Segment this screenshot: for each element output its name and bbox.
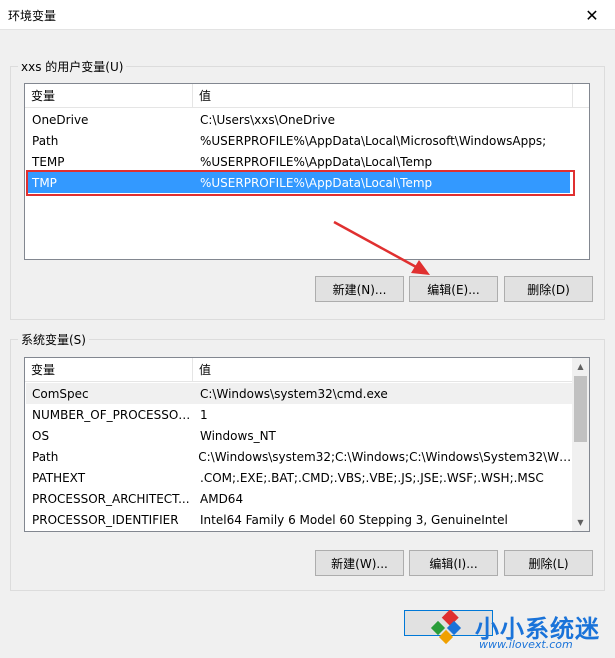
user-edit-button[interactable]: 编辑(E)... [409,276,498,302]
logo-icon [430,610,462,645]
user-vars-label: xxs 的用户变量(U) [18,58,127,75]
system-vars-header: 变量 值 [25,358,573,382]
system-var-row[interactable]: Path C:\Windows\system32;C:\Windows;C:\W… [26,446,574,467]
title-bar: 环境变量 ✕ [0,0,615,30]
system-var-row[interactable]: ComSpec C:\Windows\system32\cmd.exe [26,383,574,404]
close-icon[interactable]: ✕ [569,0,615,30]
system-new-button[interactable]: 新建(W)... [315,550,404,576]
system-var-row[interactable]: PATHEXT .COM;.EXE;.BAT;.CMD;.VBS;.VBE;.J… [26,467,574,488]
user-new-button[interactable]: 新建(N)... [315,276,404,302]
user-var-row[interactable]: OneDrive C:\Users\xxs\OneDrive [26,109,589,130]
user-var-row[interactable]: TEMP %USERPROFILE%\AppData\Local\Temp [26,151,589,172]
column-header-value[interactable]: 值 [193,84,573,108]
scroll-thumb[interactable] [574,376,587,442]
user-vars-list[interactable]: 变量 值 OneDrive C:\Users\xxs\OneDrive Path… [24,83,590,260]
user-vars-header: 变量 值 [25,84,589,108]
watermark: 小小系统迷 www.ilovext.com [423,606,613,656]
system-delete-button[interactable]: 删除(L) [504,550,593,576]
system-edit-button[interactable]: 编辑(I)... [409,550,498,576]
user-var-row-selected[interactable]: TMP %USERPROFILE%\AppData\Local\Temp [26,172,570,193]
scroll-up-icon[interactable]: ▲ [572,358,589,375]
column-header-name[interactable]: 变量 [25,84,193,108]
system-vars-label: 系统变量(S) [18,331,89,348]
user-var-row[interactable]: Path %USERPROFILE%\AppData\Local\Microso… [26,130,589,151]
window-title: 环境变量 [8,9,57,23]
system-var-row[interactable]: PROCESSOR_ARCHITECT... AMD64 [26,488,574,509]
system-var-row[interactable]: PROCESSOR_IDENTIFIER Intel64 Family 6 Mo… [26,509,574,530]
column-header-name[interactable]: 变量 [25,358,193,382]
system-var-row[interactable]: NUMBER_OF_PROCESSORS 1 [26,404,574,425]
system-vars-list[interactable]: 变量 值 ComSpec C:\Windows\system32\cmd.exe… [24,357,590,532]
watermark-site: www.ilovext.com [479,638,573,651]
system-var-row[interactable]: OS Windows_NT [26,425,574,446]
user-delete-button[interactable]: 删除(D) [504,276,593,302]
column-header-value[interactable]: 值 [193,358,573,382]
system-vars-scrollbar[interactable]: ▲ ▼ [572,358,589,531]
scroll-down-icon[interactable]: ▼ [572,514,589,531]
